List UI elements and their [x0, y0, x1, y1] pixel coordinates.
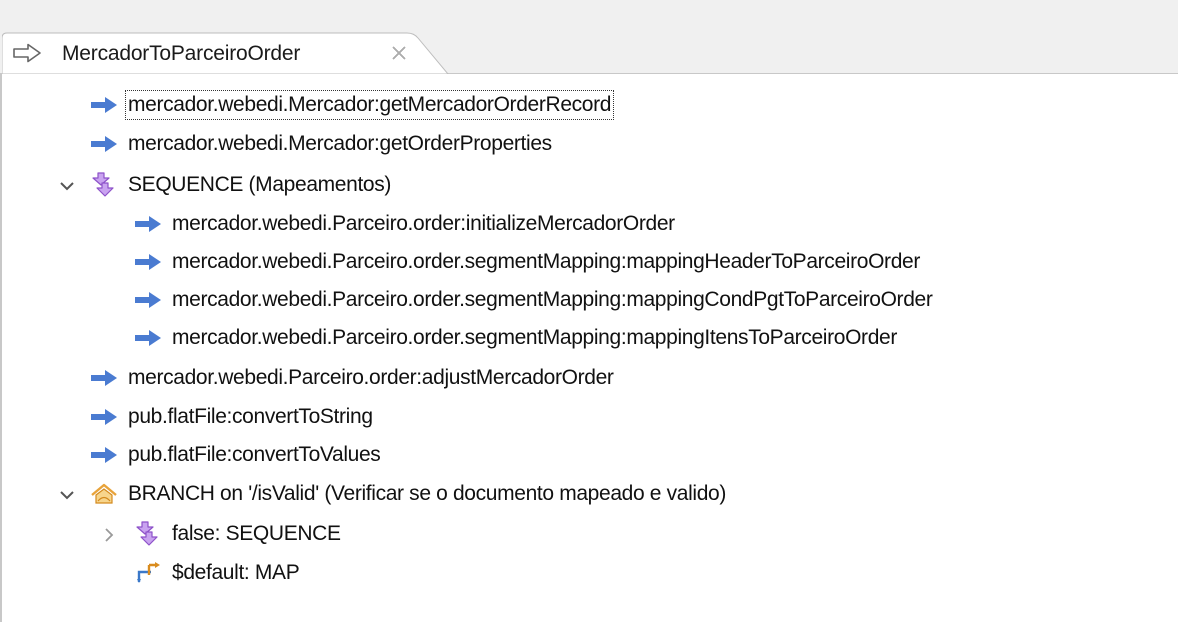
sequence-icon	[134, 520, 162, 548]
tree-row[interactable]: BRANCH on '/isValid' (Verificar se o doc…	[90, 477, 728, 511]
invoke-arrow-icon	[90, 403, 118, 431]
branch-icon	[90, 480, 118, 508]
chevron-right-icon[interactable]	[98, 524, 120, 546]
tree-row-label: mercador.webedi.Mercador:getMercadorOrde…	[124, 90, 615, 120]
invoke-arrow-icon	[90, 130, 118, 158]
tree-row[interactable]: pub.flatFile:convertToString	[90, 400, 375, 434]
tree-row[interactable]: pub.flatFile:convertToValues	[90, 438, 382, 472]
invoke-arrow-icon	[90, 441, 118, 469]
invoke-arrow-icon	[134, 210, 162, 238]
tree-row-label: mercador.webedi.Parceiro.order.segmentMa…	[172, 326, 898, 349]
tree-row[interactable]: mercador.webedi.Parceiro.order:initializ…	[134, 207, 677, 241]
tree-row-label: mercador.webedi.Parceiro.order:adjustMer…	[128, 366, 614, 389]
tree-row-label: SEQUENCE (Mapeamentos)	[128, 173, 392, 196]
tree-row[interactable]: mercador.webedi.Mercador:getOrderPropert…	[90, 127, 554, 161]
invoke-arrow-icon	[134, 248, 162, 276]
invoke-arrow-icon	[90, 91, 118, 119]
tree-row[interactable]: mercador.webedi.Parceiro.order:adjustMer…	[90, 361, 616, 395]
invoke-arrow-icon	[134, 324, 162, 352]
chevron-down-icon[interactable]	[56, 175, 78, 197]
tree-row-label: mercador.webedi.Parceiro.order:initializ…	[172, 212, 675, 235]
tree-row-label: pub.flatFile:convertToValues	[128, 443, 381, 466]
tree-row[interactable]: mercador.webedi.Parceiro.order.segmentMa…	[134, 321, 899, 355]
tree-row[interactable]: $default: MAP	[134, 556, 301, 590]
tree-row-label: mercador.webedi.Mercador:getOrderPropert…	[128, 132, 552, 155]
tree-row-label: pub.flatFile:convertToString	[128, 405, 373, 428]
invoke-arrow-icon	[90, 364, 118, 392]
chevron-down-icon[interactable]	[56, 484, 78, 506]
sequence-icon	[90, 171, 118, 199]
flow-arrow-outline-icon	[12, 43, 42, 63]
tab-title: MercadorToParceiroOrder	[62, 42, 301, 65]
tree-row[interactable]: false: SEQUENCE	[134, 517, 343, 551]
tree-row-label: $default: MAP	[172, 561, 300, 584]
tree-row[interactable]: SEQUENCE (Mapeamentos)	[90, 168, 393, 202]
tree-row[interactable]: mercador.webedi.Parceiro.order.segmentMa…	[134, 283, 935, 317]
tree-row[interactable]: mercador.webedi.Parceiro.order.segmentMa…	[134, 245, 922, 279]
editor-tab[interactable]: MercadorToParceiroOrder	[2, 32, 450, 74]
tree-row-label: BRANCH on '/isValid' (Verificar se o doc…	[128, 482, 727, 505]
tree-row[interactable]: mercador.webedi.Mercador:getMercadorOrde…	[90, 88, 615, 122]
top-strip	[0, 0, 1178, 32]
flow-step-tree: mercador.webedi.Mercador:getMercadorOrde…	[0, 74, 1178, 622]
tree-row-label: false: SEQUENCE	[172, 522, 341, 545]
invoke-arrow-icon	[134, 286, 162, 314]
close-x-icon[interactable]	[390, 44, 408, 62]
tree-row-label: mercador.webedi.Parceiro.order.segmentMa…	[172, 288, 933, 311]
tree-row-label: mercador.webedi.Parceiro.order.segmentMa…	[172, 250, 921, 273]
map-icon	[134, 559, 162, 587]
